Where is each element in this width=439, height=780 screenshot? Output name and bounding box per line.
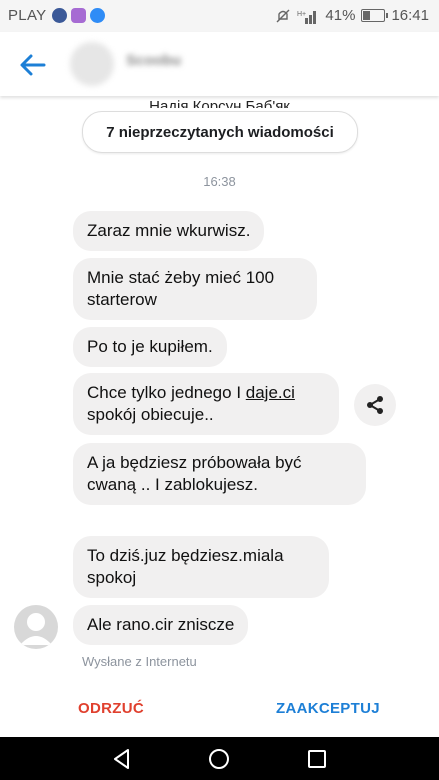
clock: 16:41 <box>391 7 429 24</box>
message-timestamp: 16:38 <box>203 174 236 189</box>
unread-messages-pill[interactable]: 7 nieprzeczytanych wiadomości <box>82 111 358 153</box>
message-text: Zaraz mnie wkurwisz. <box>87 221 251 240</box>
share-icon <box>367 396 383 414</box>
messenger-icon <box>90 8 105 23</box>
message-text: Chce tylko jednego I <box>87 383 246 402</box>
message-bubble[interactable]: Ale rano.cir zniscze <box>73 605 249 645</box>
accept-button[interactable]: ZAAKCEPTUJ <box>276 700 380 717</box>
instagram-icon <box>71 8 86 23</box>
battery-icon <box>361 9 389 22</box>
message-bubble[interactable]: To dziś.juz będziesz.miala spokoj <box>73 536 329 598</box>
contact-avatar[interactable] <box>70 42 114 86</box>
contact-name[interactable]: Scoobu <box>126 52 181 69</box>
carrier-label: PLAY <box>8 7 47 24</box>
message-text: spokój obiecuje.. <box>87 405 214 424</box>
notification-icons <box>52 8 105 23</box>
conversation-header: Scoobu <box>0 32 439 96</box>
back-button[interactable] <box>16 48 50 82</box>
message-text: A ja będziesz próbowała być cwaną .. I z… <box>87 453 302 494</box>
message-bubble[interactable]: Zaraz mnie wkurwisz. <box>73 211 265 251</box>
reject-button[interactable]: ODRZUĆ <box>78 700 144 717</box>
message-text: To dziś.juz będziesz.miala spokoj <box>87 546 284 587</box>
back-nav-icon[interactable] <box>110 747 134 771</box>
default-avatar-icon <box>20 613 52 645</box>
previous-sender-name: Надія Корсун Баб'як <box>149 98 290 108</box>
message-text: Po to je kupiłem. <box>87 337 213 356</box>
share-button[interactable] <box>354 384 396 426</box>
status-indicators: H+ 41% 16:41 <box>275 7 429 24</box>
battery-percent: 41% <box>325 7 356 24</box>
message-bubble[interactable]: Chce tylko jednego I daje.ci spokój obie… <box>73 373 339 435</box>
message-bubble[interactable]: Po to je kupiłem. <box>73 327 227 367</box>
message-link[interactable]: daje.ci <box>246 383 295 402</box>
message-bubble[interactable]: A ja będziesz próbowała być cwaną .. I z… <box>73 443 366 505</box>
message-bubble[interactable]: Mnie stać żeby mieć 100 starterow <box>73 258 317 320</box>
mute-icon <box>276 9 290 22</box>
sent-via-label: Wysłane z Internetu <box>82 654 197 669</box>
sender-avatar[interactable] <box>14 605 58 649</box>
message-text: Ale rano.cir zniscze <box>87 615 235 634</box>
status-bar: PLAY H+ 41% 16:41 <box>0 0 439 32</box>
message-text: Mnie stać żeby mieć 100 starterow <box>87 268 275 309</box>
home-nav-icon[interactable] <box>207 747 231 771</box>
battery-fill <box>363 11 371 20</box>
svg-text:H+: H+ <box>297 11 306 18</box>
recents-nav-icon[interactable] <box>305 747 329 771</box>
arrow-left-icon <box>20 54 46 76</box>
signal-icon: H+ <box>297 10 317 24</box>
navigation-bar <box>0 737 439 780</box>
facebook-icon <box>52 8 67 23</box>
